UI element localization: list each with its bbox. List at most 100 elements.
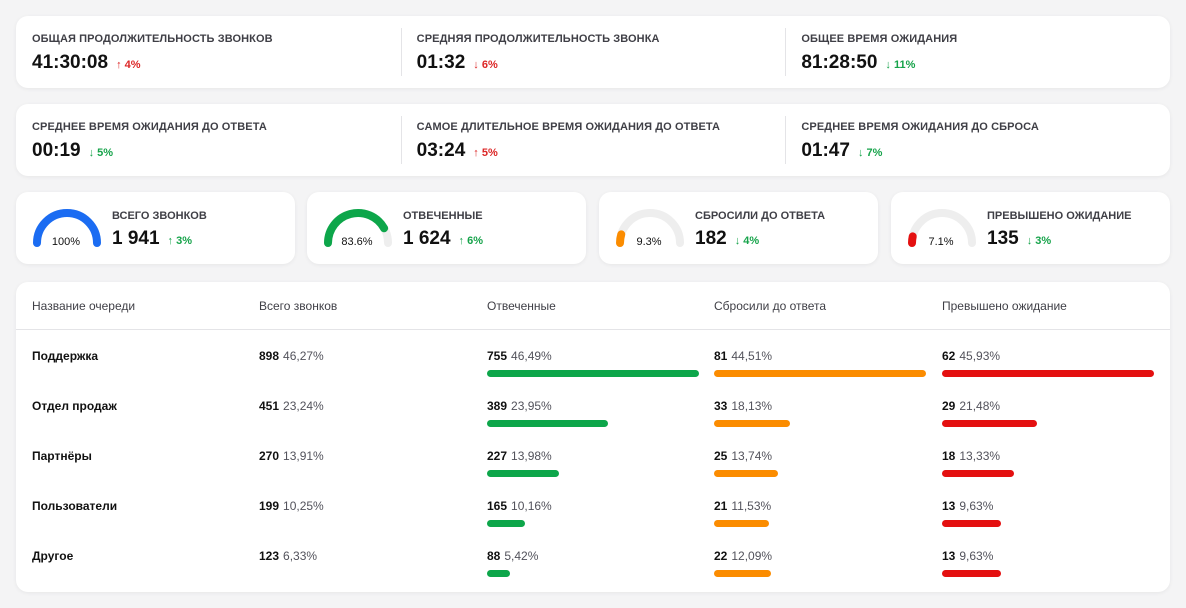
- stat-value: 41:30:08: [32, 52, 109, 73]
- cell-dropped: 21 11,53%: [714, 499, 926, 527]
- stat-delta: ↓ 5%: [88, 147, 114, 159]
- gauge-card-total-calls: 100% ВСЕГО ЗВОНКОВ 1 941 ↑ 3%: [16, 192, 295, 264]
- progress-bar-dropped: [714, 570, 771, 577]
- column-header-dropped[interactable]: Сбросили до ответа: [714, 299, 826, 313]
- stat-label: ОБЩАЯ ПРОДОЛЖИТЕЛЬНОСТЬ ЗВОНКОВ: [32, 33, 273, 45]
- gauge-label: ПРЕВЫШЕНО ОЖИДАНИЕ: [987, 210, 1132, 222]
- queue-name: Поддержка: [32, 349, 99, 363]
- cell-count: 227: [487, 449, 508, 463]
- queue-name: Партнёры: [32, 449, 92, 463]
- stats-panel-durations: ОБЩАЯ ПРОДОЛЖИТЕЛЬНОСТЬ ЗВОНКОВ 41:30:08…: [16, 16, 1170, 88]
- cell-percent: 9,63%: [959, 499, 994, 513]
- queue-name: Отдел продаж: [32, 399, 117, 413]
- stat-delta: ↑ 5%: [473, 147, 498, 159]
- queue-table: Название очереди Всего звонков Отвеченны…: [16, 282, 1170, 592]
- gauge-value: 135: [987, 228, 1019, 249]
- column-header-answered[interactable]: Отвеченные: [487, 299, 556, 313]
- cell-exceeded: 13 9,63%: [942, 549, 1154, 577]
- cell-count: 33: [714, 399, 728, 413]
- table-row[interactable]: Пользователи 199 10,25% 165 10,16% 21 11,53% 13…: [16, 499, 1170, 549]
- gauge-card-answered: 83.6% ОТВЕЧЕННЫЕ 1 624 ↑ 6%: [307, 192, 586, 264]
- gauge-card-dropped: 9.3% СБРОСИЛИ ДО ОТВЕТА 182 ↓ 4%: [599, 192, 878, 264]
- stat-label: ОБЩЕЕ ВРЕМЯ ОЖИДАНИЯ: [801, 33, 958, 45]
- cell-count: 22: [714, 549, 728, 563]
- cell-percent: 23,24%: [283, 399, 324, 413]
- cell-percent: 13,74%: [731, 449, 773, 463]
- cell-dropped: 33 18,13%: [714, 399, 926, 427]
- cell-percent: 23,95%: [511, 399, 552, 413]
- stat-label: САМОЕ ДЛИТЕЛЬНОЕ ВРЕМЯ ОЖИДАНИЯ ДО ОТВЕТ…: [416, 121, 721, 133]
- cell-count: 29: [942, 399, 956, 413]
- cell-percent: 10,16%: [511, 499, 552, 513]
- cell-dropped: 25 13,74%: [714, 449, 926, 477]
- table-row[interactable]: Поддержка 898 46,27% 755 46,49% 81 44,51% 62 45,…: [16, 349, 1170, 399]
- cell-count: 62: [942, 349, 956, 363]
- cell-exceeded: 29 21,48%: [942, 399, 1154, 427]
- gauge-percent: 83.6%: [341, 236, 373, 248]
- cell-percent: 45,93%: [959, 349, 1001, 363]
- cell-percent: 10,25%: [283, 499, 324, 513]
- cell-count: 88: [487, 549, 501, 563]
- gauge-delta: ↓ 4%: [734, 235, 760, 247]
- cell-answered: 389 23,95%: [487, 399, 699, 427]
- stat-value: 01:47: [801, 140, 850, 161]
- progress-bar-exceeded: [942, 420, 1037, 427]
- cell-count: 25: [714, 449, 728, 463]
- stat-total-wait-time: ОБЩЕЕ ВРЕМЯ ОЖИДАНИЯ 81:28:50 ↓ 11%: [785, 16, 1170, 88]
- progress-bar-exceeded: [942, 470, 1014, 477]
- cell-count: 81: [714, 349, 728, 363]
- progress-bar-dropped: [714, 370, 926, 377]
- cell-count: 270: [259, 449, 280, 463]
- stat-delta: ↓ 7%: [857, 147, 883, 159]
- cell-exceeded: 18 13,33%: [942, 449, 1154, 477]
- gauge-value: 182: [695, 228, 727, 249]
- gauge-label: СБРОСИЛИ ДО ОТВЕТА: [695, 210, 826, 222]
- queue-name: Другое: [32, 549, 74, 563]
- cell-percent: 46,27%: [283, 349, 324, 363]
- cell-count: 755: [487, 349, 508, 363]
- cell-count: 898: [259, 349, 280, 363]
- cell-count: 389: [487, 399, 508, 413]
- table-row[interactable]: Партнёры 270 13,91% 227 13,98% 25 13,74% 18 13,3…: [16, 449, 1170, 499]
- cell-count: 199: [259, 499, 280, 513]
- stat-longest-wait-before-answer: САМОЕ ДЛИТЕЛЬНОЕ ВРЕМЯ ОЖИДАНИЯ ДО ОТВЕТ…: [400, 104, 786, 176]
- cell-exceeded: 13 9,63%: [942, 499, 1154, 527]
- gauge-delta: ↑ 6%: [458, 235, 484, 247]
- cell-answered: 88 5,42%: [487, 549, 699, 577]
- column-header-queue-name[interactable]: Название очереди: [32, 299, 135, 313]
- cell-percent: 13,98%: [511, 449, 552, 463]
- stat-value: 01:32: [416, 52, 466, 73]
- gauge-delta: ↓ 3%: [1026, 235, 1052, 247]
- cell-percent: 11,53%: [731, 499, 772, 513]
- stat-delta: ↓ 6%: [473, 59, 498, 71]
- progress-bar-answered: [487, 520, 525, 527]
- cell-percent: 18,13%: [731, 399, 773, 413]
- cell-count: 451: [259, 399, 280, 413]
- queue-name: Пользователи: [32, 499, 118, 513]
- cell-dropped: 81 44,51%: [714, 349, 926, 377]
- progress-bar-answered: [487, 570, 510, 577]
- stat-avg-wait-before-answer: СРЕДНЕЕ ВРЕМЯ ОЖИДАНИЯ ДО ОТВЕТА 00:19 ↓…: [16, 104, 401, 176]
- cell-percent: 21,48%: [959, 399, 1001, 413]
- cell-percent: 44,51%: [731, 349, 773, 363]
- gauge-percent: 9.3%: [636, 236, 662, 248]
- stats-panel-wait-times: СРЕДНЕЕ ВРЕМЯ ОЖИДАНИЯ ДО ОТВЕТА 00:19 ↓…: [16, 104, 1170, 176]
- column-header-total-calls[interactable]: Всего звонков: [259, 299, 337, 313]
- cell-count: 123: [259, 549, 280, 563]
- cell-total: 451 23,24%: [259, 399, 471, 413]
- cell-total: 123 6,33%: [259, 549, 471, 563]
- cell-answered: 227 13,98%: [487, 449, 699, 477]
- stat-delta: ↑ 4%: [116, 59, 141, 71]
- table-row[interactable]: Отдел продаж 451 23,24% 389 23,95% 33 18,13% 29…: [16, 399, 1170, 449]
- cell-exceeded: 62 45,93%: [942, 349, 1154, 377]
- gauge-label: ОТВЕЧЕННЫЕ: [403, 210, 483, 222]
- column-header-wait-exceeded[interactable]: Превышено ожидание: [942, 299, 1067, 313]
- cell-total: 199 10,25%: [259, 499, 471, 513]
- progress-bar-dropped: [714, 520, 769, 527]
- gauge-percent: 7.1%: [928, 236, 954, 248]
- stat-delta: ↓ 11%: [885, 59, 916, 71]
- progress-bar-exceeded: [942, 370, 1154, 377]
- table-row[interactable]: Другое 123 6,33% 88 5,42% 22 12,09% 13 9,63%: [16, 549, 1170, 599]
- cell-percent: 46,49%: [511, 349, 552, 363]
- cell-count: 18: [942, 449, 956, 463]
